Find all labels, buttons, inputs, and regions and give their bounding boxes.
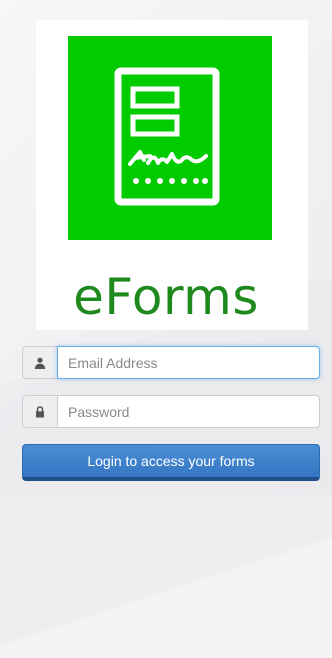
email-input-group — [22, 346, 320, 379]
user-icon — [22, 346, 57, 379]
email-field[interactable] — [57, 346, 320, 379]
password-input-group — [22, 395, 320, 428]
lock-icon — [22, 395, 57, 428]
logo — [68, 36, 272, 240]
password-field[interactable] — [57, 395, 320, 428]
brand-name: eForms — [73, 268, 259, 326]
signed-form-icon — [114, 67, 220, 206]
login-button[interactable]: Login to access your forms — [22, 444, 320, 481]
